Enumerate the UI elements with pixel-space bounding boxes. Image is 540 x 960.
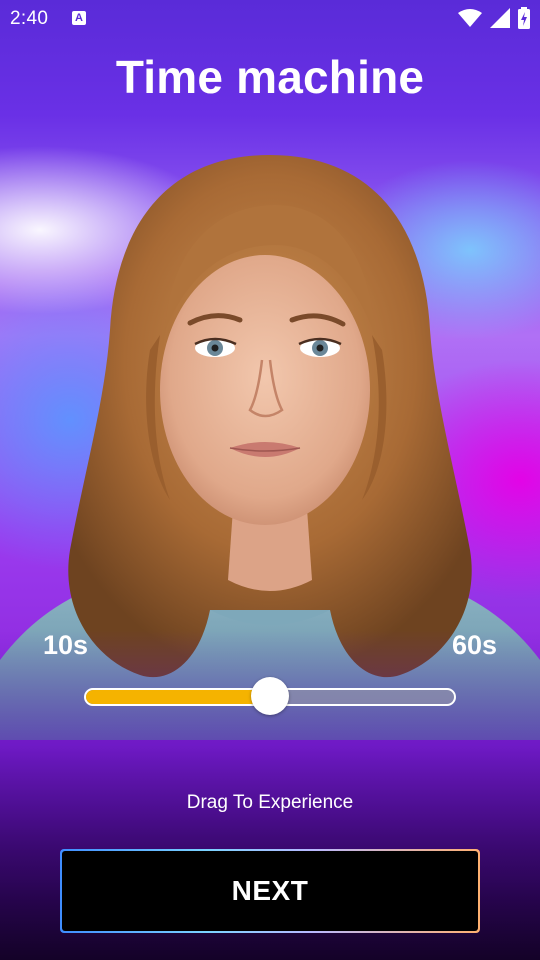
a-icon: A bbox=[72, 11, 86, 25]
status-time: 2:40 bbox=[10, 8, 49, 29]
slider-fill bbox=[86, 690, 270, 704]
slider-min-label: 10s bbox=[43, 630, 89, 660]
wifi-icon bbox=[458, 9, 482, 27]
slider-max-label: 60s bbox=[451, 630, 497, 660]
app-screen: 2:40 A Time machine 10s 60s Drag To Expe… bbox=[0, 0, 540, 960]
status-icons bbox=[458, 7, 530, 29]
drag-hint-text: Drag To Experience bbox=[186, 792, 354, 813]
status-bar: 2:40 A bbox=[0, 0, 540, 36]
slider-thumb[interactable] bbox=[251, 677, 289, 715]
next-button-label: NEXT bbox=[62, 851, 478, 931]
next-button[interactable]: NEXT bbox=[60, 849, 480, 933]
time-slider[interactable] bbox=[84, 677, 456, 715]
battery-charging-icon bbox=[518, 7, 530, 29]
signal-icon bbox=[490, 8, 510, 28]
page-title: Time machine bbox=[115, 51, 425, 103]
